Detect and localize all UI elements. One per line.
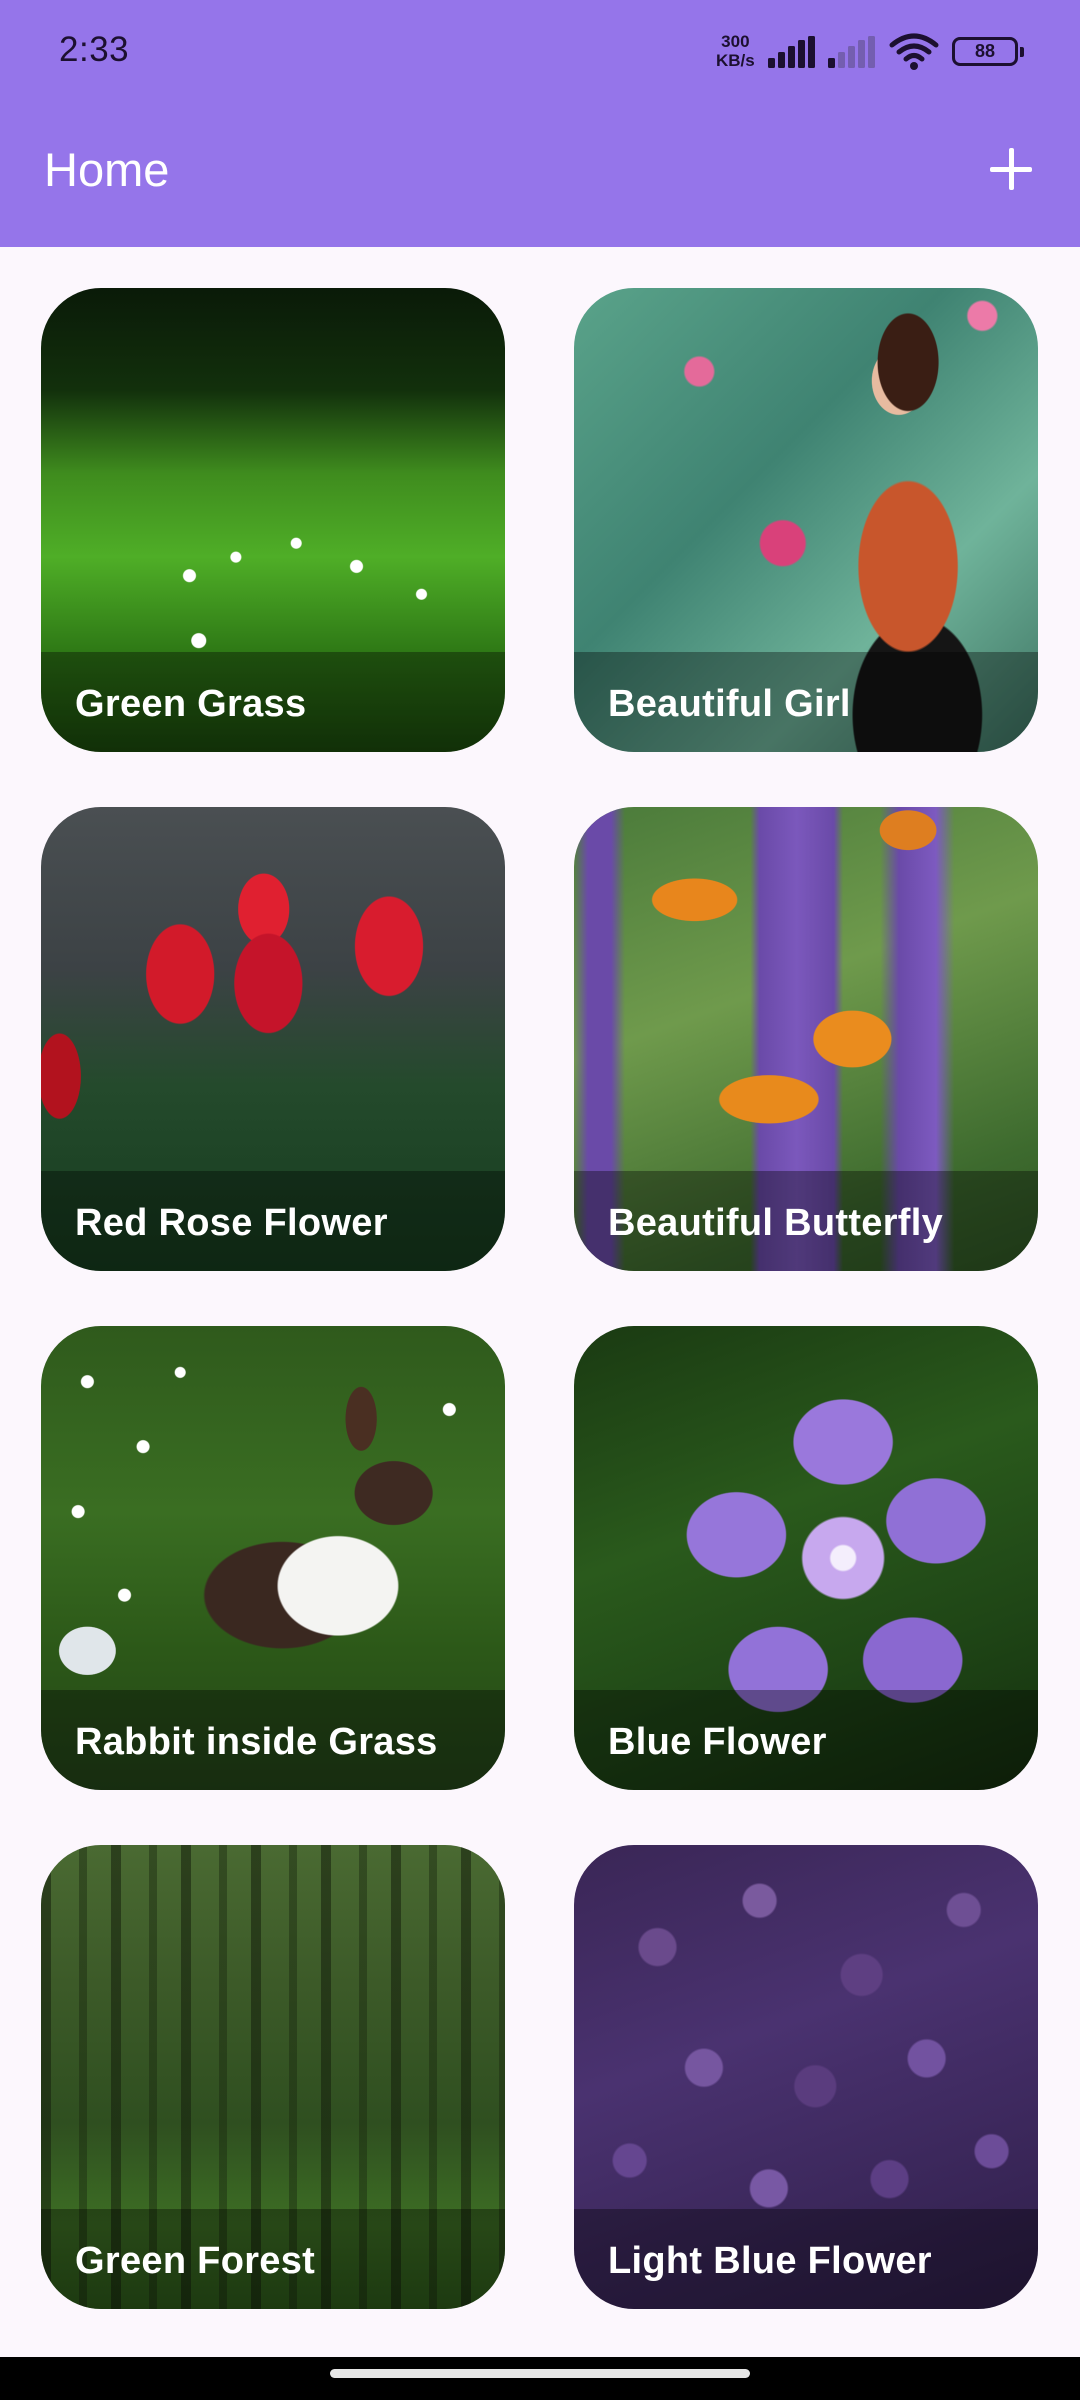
card-rabbit-inside-grass[interactable]: Rabbit inside Grass [41, 1326, 505, 1790]
card-beautiful-butterfly[interactable]: Beautiful Butterfly [574, 807, 1038, 1271]
status-time: 2:33 [59, 30, 130, 69]
card-green-forest[interactable]: Green Forest [41, 1845, 505, 2309]
signal-weak-icon [828, 36, 875, 68]
page-title: Home [44, 143, 170, 196]
home-indicator[interactable] [330, 2369, 750, 2378]
card-light-blue-flower[interactable]: Light Blue Flower [574, 1845, 1038, 2309]
signal-icon [768, 36, 815, 68]
battery-level: 88 [974, 41, 996, 61]
card-red-rose-flower[interactable]: Red Rose Flower [41, 807, 505, 1271]
network-speed-unit: KB/s [716, 51, 755, 70]
app-bar: 2:33 300 KB/s 88 Home [0, 0, 1080, 247]
card-blue-flower[interactable]: Blue Flower [574, 1326, 1038, 1790]
wifi-icon [889, 33, 939, 70]
card-label: Beautiful Butterfly [608, 1202, 944, 1244]
system-nav-bar [0, 2357, 1080, 2400]
status-bar: 2:33 300 KB/s 88 [0, 0, 1080, 104]
image-grid: Green Grass Beautiful Girl Red Rose Flow… [0, 247, 1080, 2357]
battery-icon: 88 [952, 37, 1024, 66]
card-green-grass[interactable]: Green Grass [41, 288, 505, 752]
card-label: Green Forest [75, 2240, 316, 2282]
card-label: Light Blue Flower [608, 2240, 932, 2282]
card-label: Rabbit inside Grass [75, 1721, 438, 1763]
network-speed: 300 KB/s [716, 32, 755, 70]
network-speed-value: 300 [721, 32, 750, 51]
card-beautiful-girl[interactable]: Beautiful Girl [574, 288, 1038, 752]
card-label: Beautiful Girl [608, 683, 851, 725]
plus-icon[interactable] [986, 144, 1036, 194]
card-label: Red Rose Flower [75, 1202, 388, 1244]
card-label: Blue Flower [608, 1721, 827, 1763]
card-label: Green Grass [75, 683, 307, 725]
